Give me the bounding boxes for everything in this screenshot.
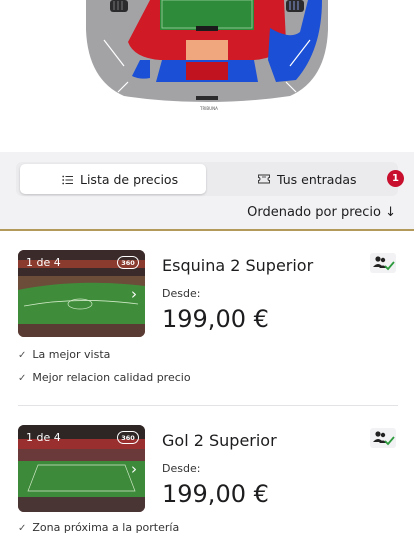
sort-order-button[interactable]: Ordenado por precio ↓ xyxy=(247,205,396,220)
seat-view-image[interactable]: 1 de 4 360 › xyxy=(18,425,145,512)
check-icon: ✓ xyxy=(18,350,27,361)
price-from-label: Desde: xyxy=(162,287,201,300)
check-icon: ✓ xyxy=(18,523,27,534)
section-title: Gol 2 Superior xyxy=(162,431,277,450)
price-from-label: Desde: xyxy=(162,462,201,475)
group-check-icon xyxy=(370,428,396,448)
pitch xyxy=(160,0,254,30)
chevron-right-icon[interactable]: › xyxy=(131,285,137,303)
orange-stand[interactable] xyxy=(186,40,228,60)
red-stand-bottom-center[interactable] xyxy=(186,62,228,80)
feature-text: La mejor vista xyxy=(32,348,111,361)
ticket-card[interactable]: 1 de 4 360 › Gol 2 Superior Desde: 199,0… xyxy=(18,425,398,534)
feature-item: ✓ La mejor vista xyxy=(18,348,110,361)
accent-divider xyxy=(0,229,414,231)
ticket-card[interactable]: 1 de 4 360 › Esquina 2 Superior Desde: 1… xyxy=(18,250,398,400)
seat-view-image[interactable]: 1 de 4 360 › xyxy=(18,250,145,337)
group-check-icon xyxy=(370,253,396,273)
chevron-right-icon[interactable]: › xyxy=(131,460,137,478)
feature-text: Mejor relacion calidad precio xyxy=(32,371,191,384)
feature-item: ✓ Mejor relacion calidad precio xyxy=(18,371,191,384)
tab-price-list-label: Lista de precios xyxy=(80,171,179,187)
card-divider xyxy=(18,405,398,406)
image-counter: 1 de 4 xyxy=(26,256,61,269)
tab-your-tickets[interactable]: Tus entradas 1 xyxy=(254,164,404,194)
stadium-seating-svg[interactable] xyxy=(0,0,414,150)
section-title: Esquina 2 Superior xyxy=(162,256,314,275)
tickets-count-badge: 1 xyxy=(387,170,404,187)
corner-block-left xyxy=(110,0,128,12)
list-icon xyxy=(62,173,73,188)
image-counter: 1 de 4 xyxy=(26,431,61,444)
tabs-bar: Lista de precios Tus entradas 1 xyxy=(16,162,404,196)
view-360-icon[interactable]: 360 xyxy=(117,256,139,269)
price-value: 199,00 € xyxy=(162,305,269,333)
gate-label: TRIBUNA xyxy=(200,106,218,111)
tab-price-list[interactable]: Lista de precios xyxy=(20,164,206,194)
tab-your-tickets-label: Tus entradas xyxy=(277,171,357,187)
main-gate xyxy=(196,96,218,100)
ticket-icon xyxy=(258,172,270,187)
price-value: 199,00 € xyxy=(162,480,269,508)
view-360-icon[interactable]: 360 xyxy=(117,431,139,444)
corner-block-right xyxy=(286,0,304,12)
tabs-area: Lista de precios Tus entradas 1 Ordenado… xyxy=(0,152,414,230)
stadium-map[interactable]: TRIBUNA xyxy=(0,0,414,150)
feature-text: Zona próxima a la portería xyxy=(32,521,180,534)
check-icon: ✓ xyxy=(18,373,27,384)
feature-item: ✓ Zona próxima a la portería xyxy=(18,521,179,534)
